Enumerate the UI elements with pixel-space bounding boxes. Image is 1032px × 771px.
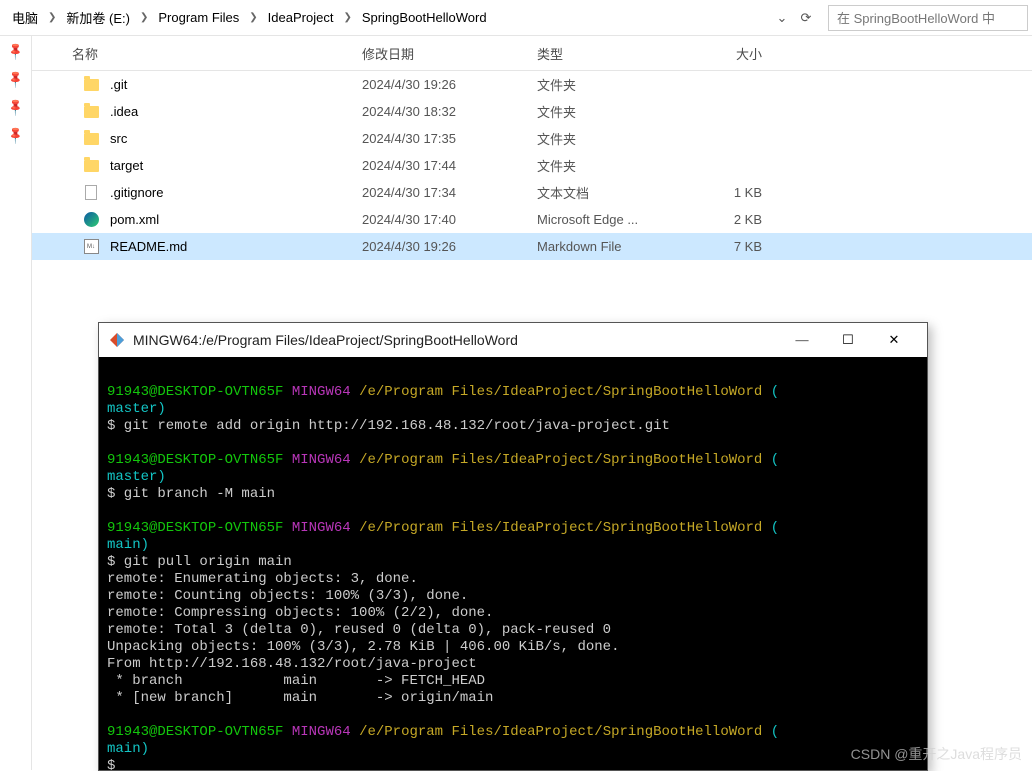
dropdown-icon[interactable]: ⌄ (772, 8, 792, 28)
terminal-body[interactable]: 91943@DESKTOP-OVTN65F MINGW64 /e/Program… (99, 357, 927, 770)
file-row[interactable]: target2024/4/30 17:44文件夹 (32, 152, 1032, 179)
file-row[interactable]: pom.xml2024/4/30 17:40Microsoft Edge ...… (32, 206, 1032, 233)
terminal-line: master) (107, 401, 919, 418)
file-row[interactable]: M↓ README.md2024/4/30 19:26Markdown File7… (32, 233, 1032, 260)
file-type: Microsoft Edge ... (537, 212, 692, 227)
address-bar: 电脑❯ 新加卷 (E:)❯ Program Files❯ IdeaProject… (0, 0, 1032, 36)
terminal-line: $ (107, 758, 919, 770)
terminal-line: From http://192.168.48.132/root/java-pro… (107, 656, 919, 673)
terminal-line: 91943@DESKTOP-OVTN65F MINGW64 /e/Program… (107, 367, 919, 401)
terminal-line: Unpacking objects: 100% (3/3), 2.78 KiB … (107, 639, 919, 656)
file-name: .git (110, 77, 362, 92)
search-input[interactable]: 在 SpringBootHelloWord 中 (828, 5, 1028, 31)
terminal-line: * [new branch] main -> origin/main (107, 690, 919, 707)
folder-icon (82, 130, 100, 148)
mintty-icon (109, 332, 125, 348)
close-button[interactable]: ✕ (871, 323, 917, 357)
file-date: 2024/4/30 19:26 (362, 77, 537, 92)
crumb-folder-1[interactable]: Program Files (150, 0, 247, 35)
file-name: pom.xml (110, 212, 362, 227)
file-date: 2024/4/30 17:40 (362, 212, 537, 227)
terminal-line: 91943@DESKTOP-OVTN65F MINGW64 /e/Program… (107, 520, 919, 537)
file-type: 文件夹 (537, 102, 692, 121)
file-row[interactable]: .idea2024/4/30 18:32文件夹 (32, 98, 1032, 125)
file-type: 文件夹 (537, 156, 692, 175)
search-placeholder: 在 SpringBootHelloWord 中 (837, 8, 995, 27)
file-date: 2024/4/30 17:44 (362, 158, 537, 173)
quick-access-rail: 📌 📌 📌 📌 (0, 36, 32, 770)
file-size: 7 KB (692, 239, 782, 254)
chevron-right-icon: ❯ (341, 12, 353, 23)
chevron-right-icon: ❯ (46, 12, 58, 23)
file-type: 文本文档 (537, 183, 692, 202)
terminal-line: remote: Enumerating objects: 3, done. (107, 571, 919, 588)
file-row[interactable]: src2024/4/30 17:35文件夹 (32, 125, 1032, 152)
crumb-drive[interactable]: 新加卷 (E:) (58, 0, 138, 35)
file-type: 文件夹 (537, 75, 692, 94)
file-date: 2024/4/30 17:35 (362, 131, 537, 146)
file-name: .idea (110, 104, 362, 119)
folder-icon (82, 103, 100, 121)
crumb-root[interactable]: 电脑 (4, 0, 46, 35)
maximize-button[interactable]: ☐ (825, 323, 871, 357)
terminal-titlebar[interactable]: MINGW64:/e/Program Files/IdeaProject/Spr… (99, 323, 927, 357)
terminal-window: MINGW64:/e/Program Files/IdeaProject/Spr… (98, 322, 928, 771)
column-headers: 名称 修改日期 类型 大小 (32, 36, 1032, 71)
pin-icon[interactable]: 📌 (5, 69, 25, 89)
file-size: 2 KB (692, 212, 782, 227)
folder-icon (82, 157, 100, 175)
header-name[interactable]: 名称 (32, 44, 362, 63)
file-type: Markdown File (537, 239, 692, 254)
crumb-folder-3[interactable]: SpringBootHelloWord (354, 0, 495, 35)
terminal-line: 91943@DESKTOP-OVTN65F MINGW64 /e/Program… (107, 724, 919, 741)
file-name: README.md (110, 239, 362, 254)
minimize-button[interactable]: — (779, 323, 825, 357)
terminal-line: master) (107, 469, 919, 486)
terminal-line: main) (107, 741, 919, 758)
file-name: src (110, 131, 362, 146)
file-name: .gitignore (110, 185, 362, 200)
terminal-line: $ git pull origin main (107, 554, 919, 571)
pin-icon[interactable]: 📌 (5, 125, 25, 145)
terminal-line: $ git branch -M main (107, 486, 919, 503)
watermark: CSDN @重开之Java程序员 (851, 744, 1022, 764)
text-file-icon (82, 184, 100, 202)
pin-icon[interactable]: 📌 (5, 97, 25, 117)
file-date: 2024/4/30 19:26 (362, 239, 537, 254)
folder-icon (82, 76, 100, 94)
terminal-line: $ git remote add origin http://192.168.4… (107, 418, 919, 435)
chevron-right-icon: ❯ (247, 12, 259, 23)
header-size[interactable]: 大小 (692, 44, 782, 63)
header-type[interactable]: 类型 (537, 44, 692, 63)
file-row[interactable]: .git2024/4/30 19:26文件夹 (32, 71, 1032, 98)
terminal-line: remote: Total 3 (delta 0), reused 0 (del… (107, 622, 919, 639)
header-date[interactable]: 修改日期 (362, 44, 537, 63)
file-type: 文件夹 (537, 129, 692, 148)
edge-icon (82, 211, 100, 229)
terminal-line: 91943@DESKTOP-OVTN65F MINGW64 /e/Program… (107, 452, 919, 469)
file-row[interactable]: .gitignore2024/4/30 17:34文本文档1 KB (32, 179, 1032, 206)
terminal-title: MINGW64:/e/Program Files/IdeaProject/Spr… (133, 332, 779, 348)
file-date: 2024/4/30 17:34 (362, 185, 537, 200)
pin-icon[interactable]: 📌 (5, 41, 25, 61)
terminal-line: remote: Counting objects: 100% (3/3), do… (107, 588, 919, 605)
breadcrumb[interactable]: 电脑❯ 新加卷 (E:)❯ Program Files❯ IdeaProject… (4, 0, 768, 35)
file-name: target (110, 158, 362, 173)
file-date: 2024/4/30 18:32 (362, 104, 537, 119)
chevron-right-icon: ❯ (138, 12, 150, 23)
terminal-line: * branch main -> FETCH_HEAD (107, 673, 919, 690)
markdown-icon: M↓ (82, 238, 100, 256)
terminal-line: main) (107, 537, 919, 554)
refresh-icon[interactable]: ⟳ (796, 8, 816, 28)
file-size: 1 KB (692, 185, 782, 200)
crumb-folder-2[interactable]: IdeaProject (260, 0, 342, 35)
terminal-line: remote: Compressing objects: 100% (2/2),… (107, 605, 919, 622)
